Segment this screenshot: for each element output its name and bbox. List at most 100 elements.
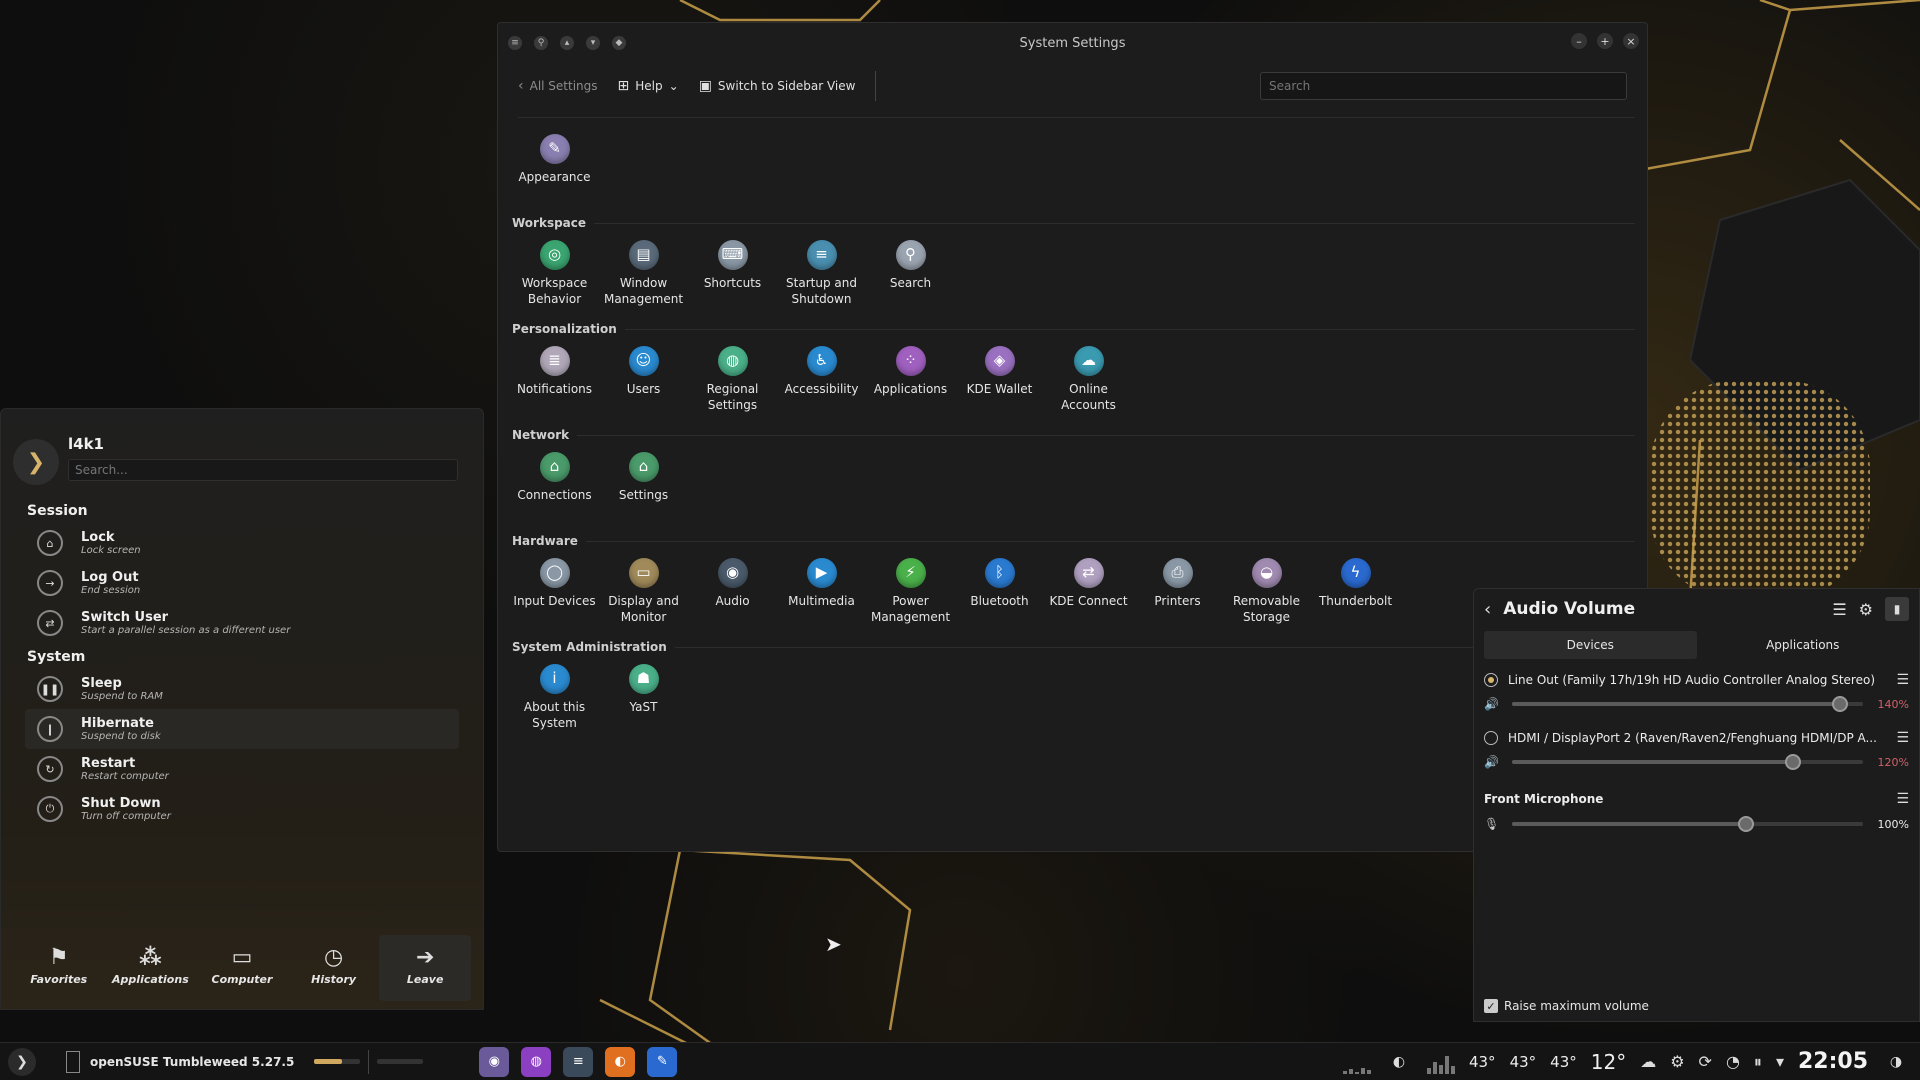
pin-icon[interactable]: ▮ [1885, 597, 1909, 621]
weather-temp[interactable]: 12° [1591, 1050, 1626, 1074]
cloud-icon[interactable]: ☁ [1640, 1052, 1656, 1071]
default-device-radio[interactable] [1484, 673, 1498, 687]
leave-item-restart[interactable]: ↻ Restart Restart computer [25, 749, 459, 789]
kcm-display-monitor[interactable]: ▭ Display and Monitor [599, 552, 688, 632]
tab-leave[interactable]: ➔ Leave [379, 935, 471, 1001]
help-button[interactable]: ⊞ Help ⌄ [618, 78, 679, 94]
hamburger-menu-icon[interactable]: ☰ [1832, 600, 1846, 619]
slider-handle[interactable] [1784, 754, 1801, 770]
audio-tab-devices[interactable]: Devices [1484, 631, 1697, 659]
pin-icon[interactable]: ⚲ [534, 36, 548, 50]
chevron-down-icon: ⌄ [668, 79, 679, 93]
system-settings-icon[interactable]: ≡ [563, 1046, 594, 1080]
leave-item-shutdown[interactable]: ⏻ Shut Down Turn off computer [25, 789, 459, 829]
gear-icon[interactable]: ⚙ [1859, 600, 1873, 619]
kcm-workspace-behavior[interactable]: ◎ Workspace Behavior [510, 234, 599, 314]
volume-slider[interactable] [1512, 754, 1863, 770]
kcm-startup-shutdown[interactable]: ≡ Startup and Shutdown [777, 234, 866, 314]
kcm-accessibility[interactable]: ♿ Accessibility [777, 340, 866, 420]
night-color-icon[interactable]: ◔ [1726, 1052, 1740, 1071]
printers-icon: ⎙ [1162, 558, 1193, 588]
kcm-online-accounts[interactable]: ☁ Online Accounts [1044, 340, 1133, 420]
kcm-power-management[interactable]: ⚡ Power Management [866, 552, 955, 632]
kcm-kde-connect[interactable]: ⇄ KDE Connect [1044, 552, 1133, 632]
kcm-input-devices[interactable]: ◯ Input Devices [510, 552, 599, 632]
maximize-button[interactable]: + [1597, 33, 1613, 49]
launcher-search-input[interactable] [68, 459, 458, 481]
leave-item-label: Lock [81, 530, 115, 545]
leave-item-switch-user[interactable]: ⇄ Switch User Start a parallel session as … [25, 603, 459, 643]
kcm-about-system[interactable]: i About this System [510, 658, 599, 738]
computer-icon: ▭ [231, 945, 253, 970]
kcm-connections[interactable]: ⌂ Connections [510, 446, 599, 526]
update-icon[interactable]: ⟳ [1699, 1052, 1712, 1071]
kcm-appearance[interactable]: ✎ Appearance [510, 128, 599, 208]
media-pause-icon[interactable]: ⏸ [1754, 1052, 1762, 1072]
mic-menu-icon[interactable]: ☰ [1896, 791, 1909, 807]
leave-item-logout[interactable]: → Log Out End session [25, 563, 459, 603]
pager-icon[interactable] [66, 1050, 80, 1073]
kcm-network-settings[interactable]: ⌂ Settings [599, 446, 688, 526]
section-row: i About this System ☗ YaST [510, 658, 1635, 738]
kcm-notifications[interactable]: ≣ Notifications [510, 340, 599, 420]
kcm-search[interactable]: ⚲ Search [866, 234, 955, 314]
show-desktop-icon[interactable]: ◑ [1882, 1048, 1910, 1076]
tab-applications[interactable]: ⁂ Applications [105, 935, 197, 1001]
kcm-audio[interactable]: ◉ Audio [688, 552, 777, 632]
firefox-icon[interactable]: ◐ [605, 1046, 636, 1077]
kcm-kde-wallet[interactable]: ◈ KDE Wallet [955, 340, 1044, 420]
all-settings-button[interactable]: ‹ All Settings [518, 78, 598, 94]
kcm-removable-storage[interactable]: ◒ Removable Storage [1222, 552, 1311, 632]
mic-volume-slider[interactable] [1512, 816, 1863, 832]
section-row: ≣ Notifications ☺ Users ◍ Regional Settings ♿ A… [510, 340, 1635, 420]
shade-icon[interactable]: ◆ [612, 36, 626, 50]
leave-item-sleep[interactable]: ❚❚ Sleep Suspend to RAM [25, 669, 459, 709]
kcm-bluetooth[interactable]: ᛒ Bluetooth [955, 552, 1044, 632]
digital-clock[interactable]: 22:05 [1798, 1049, 1868, 1074]
slider-handle[interactable] [1738, 816, 1754, 832]
device-menu-icon[interactable]: ☰ [1896, 672, 1909, 688]
speaker-icon[interactable]: 🔊 [1484, 697, 1512, 711]
kcm-users[interactable]: ☺ Users [599, 340, 688, 420]
speaker-icon[interactable]: 🔊 [1484, 755, 1512, 769]
connections-icon: ⌂ [539, 452, 570, 482]
kcm-multimedia[interactable]: ▶ Multimedia [777, 552, 866, 632]
leave-icon: ➔ [415, 945, 435, 970]
kcm-thunderbolt[interactable]: ϟ Thunderbolt [1311, 552, 1400, 632]
kcm-shortcuts[interactable]: ⌨ Shortcuts [688, 234, 777, 314]
settings-search-input[interactable] [1260, 72, 1627, 100]
kcm-yast[interactable]: ☗ YaST [599, 658, 688, 738]
audio-tabs: Devices Applications [1484, 631, 1909, 659]
kcm-window-management[interactable]: ▤ Window Management [599, 234, 688, 314]
keep-above-icon[interactable]: ▴ [560, 36, 574, 50]
minimize-button[interactable]: – [1571, 33, 1587, 49]
window-menu-icon[interactable]: ≡ [508, 36, 522, 50]
tab-history[interactable]: ◷ History [288, 935, 380, 1001]
discover-icon[interactable]: ◉ [479, 1046, 510, 1080]
device-menu-icon[interactable]: ☰ [1896, 730, 1909, 746]
krita-icon[interactable]: ✎ [647, 1046, 678, 1080]
launcher-button[interactable]: ❯ [8, 1047, 36, 1076]
default-device-radio[interactable] [1484, 731, 1498, 745]
tab-favorites[interactable]: ⚑ Favorites [13, 935, 105, 1001]
leave-item-hibernate[interactable]: ❙ Hibernate Suspend to disk [25, 709, 459, 749]
tab-computer[interactable]: ▭ Computer [196, 935, 288, 1001]
raise-max-volume-checkbox[interactable]: ✓ Raise maximum volume [1484, 999, 1649, 1013]
keep-below-icon[interactable]: ▾ [586, 36, 600, 50]
kcm-applications[interactable]: ⁘ Applications [866, 340, 955, 420]
audio-tab-applications[interactable]: Applications [1697, 631, 1910, 659]
users-icon: ☺ [628, 346, 659, 376]
system-monitor-icon[interactable]: ◐ [1385, 1048, 1413, 1076]
back-icon[interactable]: ‹ [1484, 599, 1491, 620]
leave-item-lock[interactable]: ⌂ Lock Lock screen [25, 523, 459, 563]
switch-view-button[interactable]: ▣ Switch to Sidebar View [699, 78, 856, 94]
settings-gear-icon[interactable]: ⚙ [1670, 1052, 1684, 1071]
shop-icon[interactable]: ◍ [521, 1046, 552, 1077]
kcm-printers[interactable]: ⎙ Printers [1133, 552, 1222, 632]
kcm-regional-settings[interactable]: ◍ Regional Settings [688, 340, 777, 420]
history-icon: ◷ [323, 945, 344, 970]
volume-slider[interactable] [1512, 696, 1863, 712]
slider-handle[interactable] [1831, 696, 1848, 712]
tray-expand-icon[interactable]: ▾ [1776, 1052, 1784, 1071]
close-button[interactable]: × [1623, 33, 1639, 49]
